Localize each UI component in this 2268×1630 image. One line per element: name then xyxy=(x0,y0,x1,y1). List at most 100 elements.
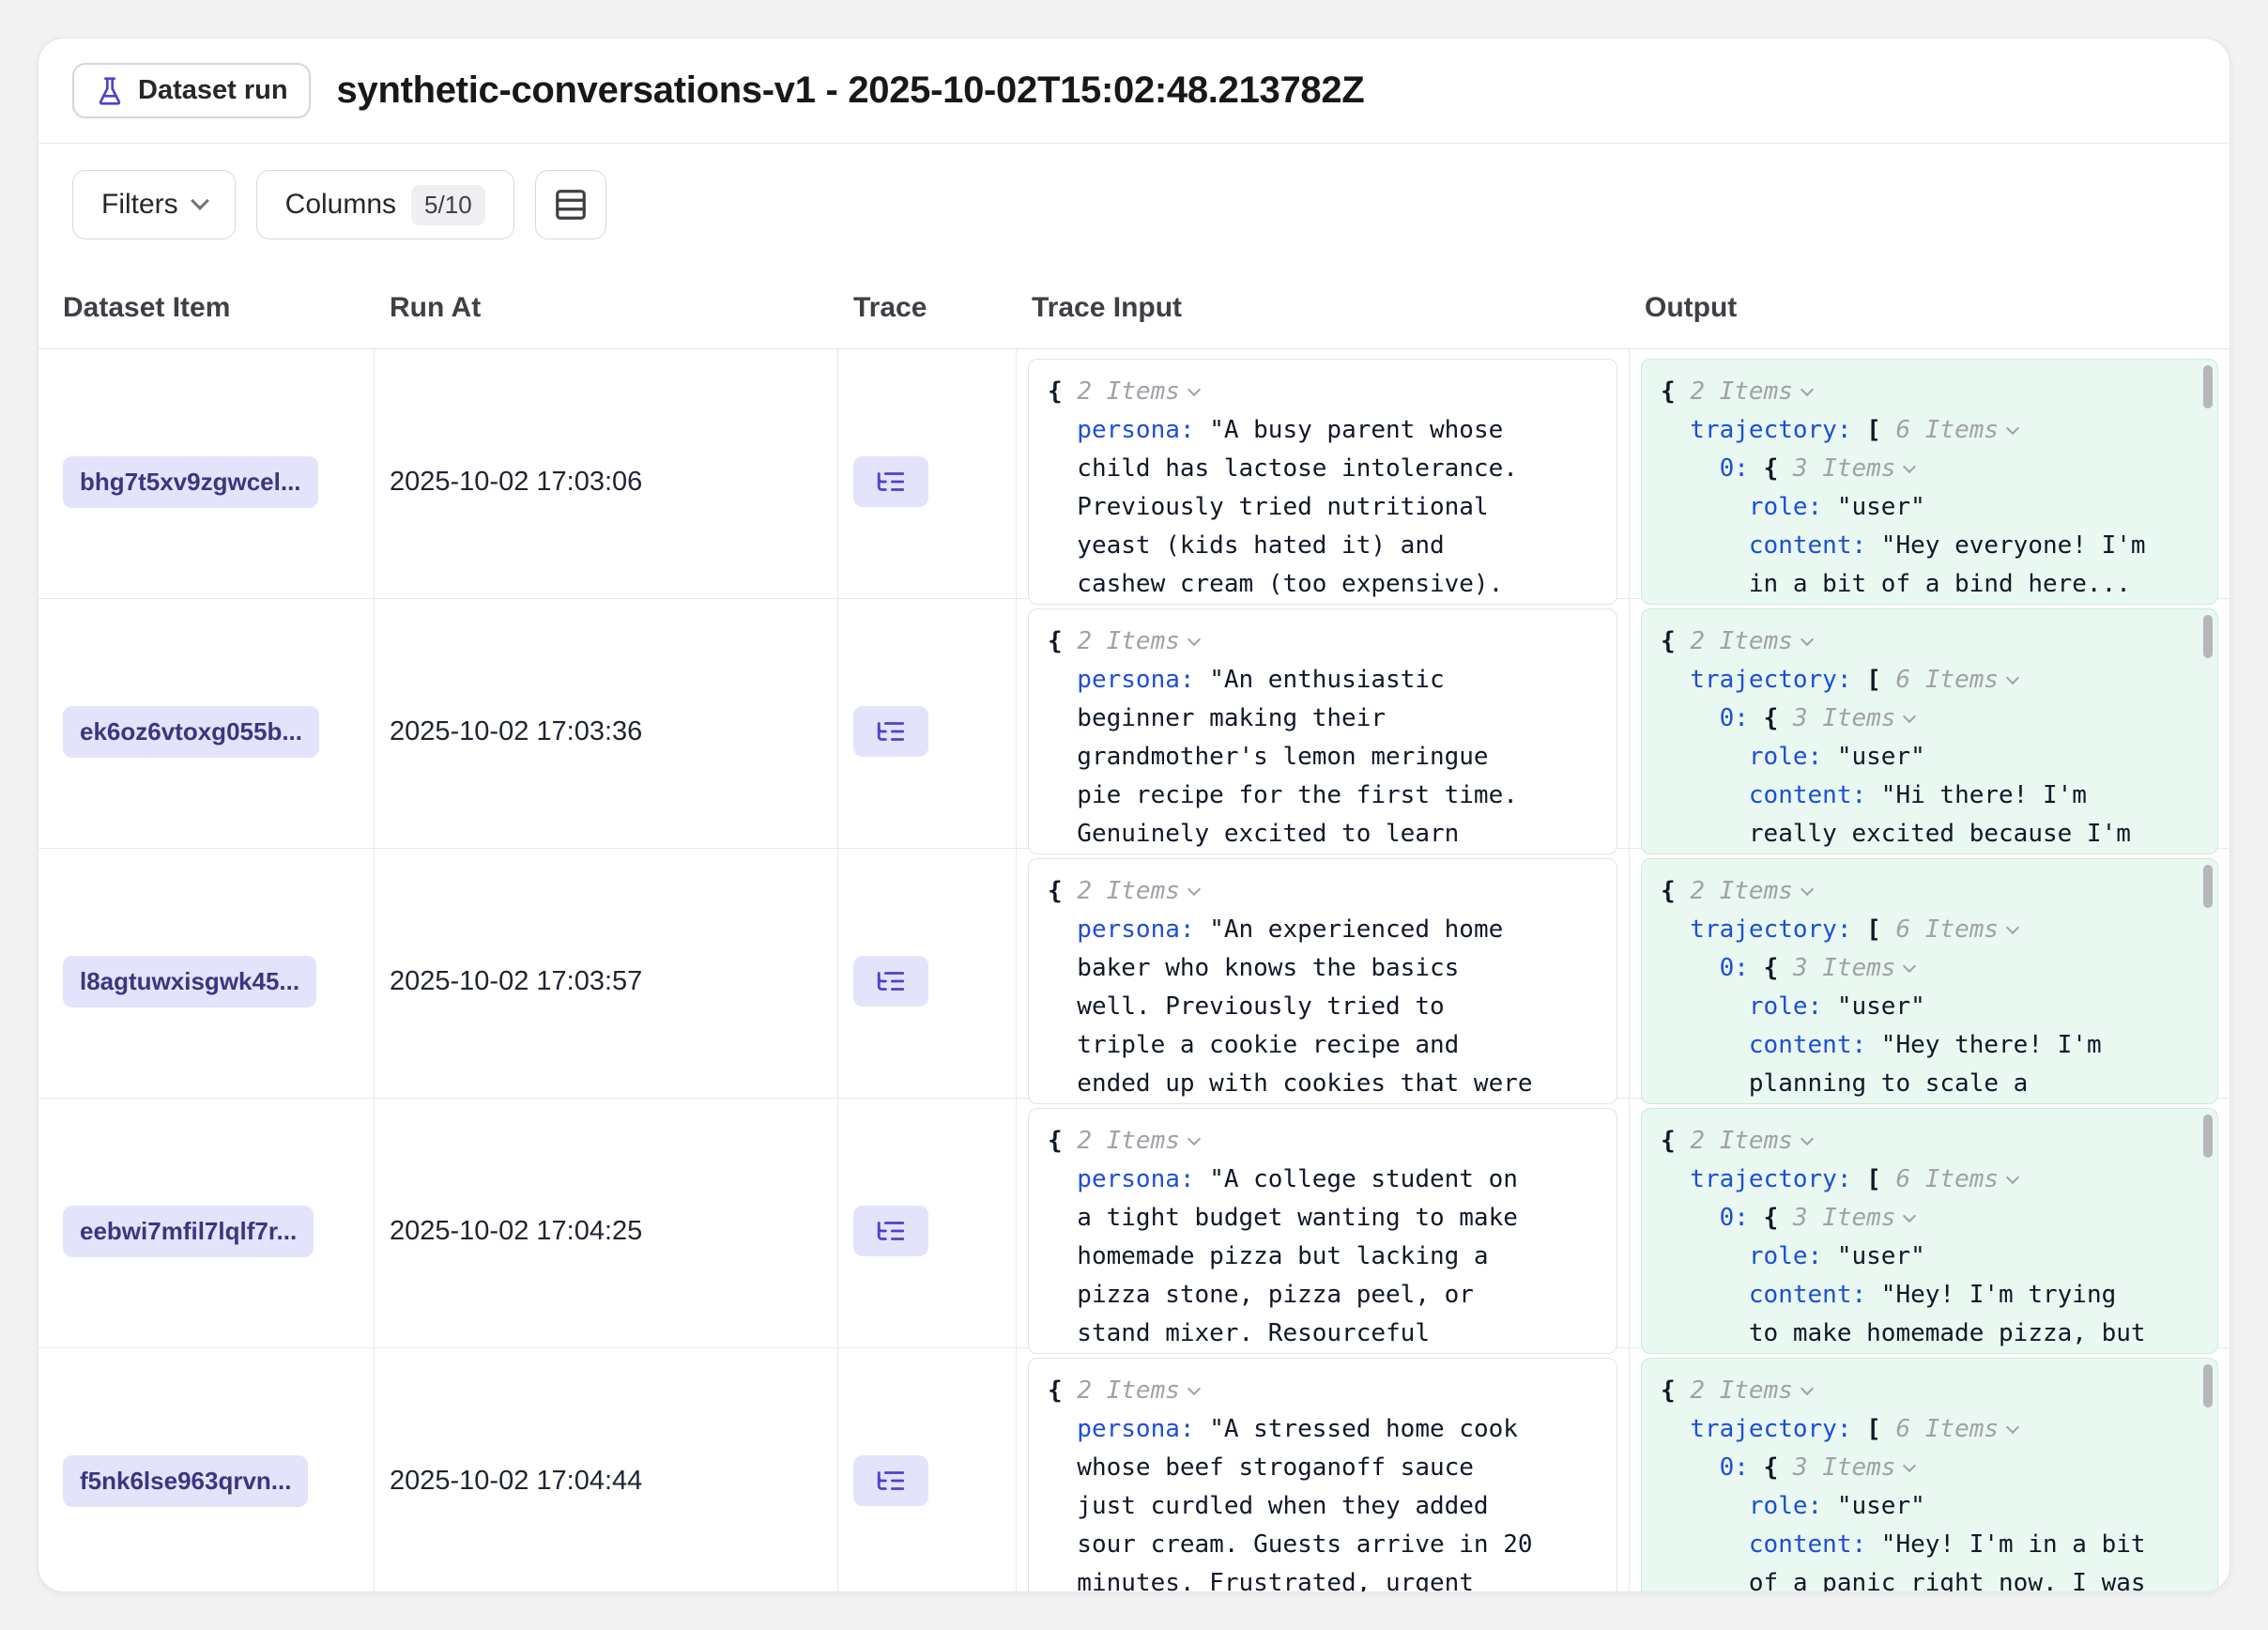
column-header-output: Output xyxy=(1630,268,2230,348)
chevron-down-icon xyxy=(2006,1421,2019,1434)
collapse-toggle[interactable]: 3 Items xyxy=(1793,704,1896,732)
collapse-toggle[interactable]: 6 Items xyxy=(1895,1415,1999,1443)
json-key: content: xyxy=(1749,1281,1866,1309)
trace-button[interactable] xyxy=(853,456,928,507)
output-json-viewer[interactable]: { 2 Items trajectory: [ 6 Items 0: { 3 I… xyxy=(1641,1358,2218,1592)
json-kv: content: "Hey! I'm in a bit of a panic r… xyxy=(1661,1526,2153,1592)
json-content: { 2 Items trajectory: [ 6 Items 0: { 3 I… xyxy=(1661,373,2153,604)
trace-button[interactable] xyxy=(853,956,928,1007)
chevron-down-icon xyxy=(2006,1171,2019,1184)
json-key: 0: xyxy=(1720,1204,1749,1232)
collapse-toggle[interactable]: 2 Items xyxy=(1690,877,1793,905)
chevron-down-icon xyxy=(1188,633,1201,646)
page-title: synthetic-conversations-v1 - 2025-10-02T… xyxy=(337,69,1365,112)
json-key: trajectory: xyxy=(1690,666,1851,694)
row-height-button[interactable] xyxy=(535,170,606,239)
dataset-item-link[interactable]: ek6oz6vtoxg055b... xyxy=(63,706,319,758)
open-brace: { xyxy=(1764,704,1779,732)
trace-button[interactable] xyxy=(853,706,928,757)
trace-cell xyxy=(838,1348,1017,1592)
trace-button[interactable] xyxy=(853,1206,928,1256)
json-key: content: xyxy=(1749,1530,1866,1559)
scrollbar-thumb[interactable] xyxy=(2203,615,2213,658)
collapse-toggle[interactable]: 6 Items xyxy=(1895,416,1999,444)
chevron-down-icon xyxy=(1801,633,1814,646)
output-json-viewer[interactable]: { 2 Items trajectory: [ 6 Items 0: { 3 I… xyxy=(1641,1108,2218,1354)
output-cell: { 2 Items trajectory: [ 6 Items 0: { 3 I… xyxy=(1630,1099,2230,1363)
filters-button[interactable]: Filters xyxy=(72,170,236,239)
collapse-toggle[interactable]: 2 Items xyxy=(1690,377,1793,406)
collapse-toggle[interactable]: 2 Items xyxy=(1077,377,1180,406)
scrollbar-thumb[interactable] xyxy=(2203,365,2213,408)
json-string-value: "user" xyxy=(1837,1242,1925,1270)
open-bracket: [ xyxy=(1866,666,1881,694)
open-brace: { xyxy=(1661,1127,1676,1155)
table-row: ek6oz6vtoxg055b... 2025-10-02 17:03:36 {… xyxy=(38,599,2230,849)
collapse-toggle[interactable]: 3 Items xyxy=(1793,1204,1896,1232)
toolbar: Filters Columns 5/10 xyxy=(38,144,2230,268)
collapse-toggle[interactable]: 6 Items xyxy=(1895,666,1999,694)
open-brace: { xyxy=(1661,377,1676,406)
collapse-toggle[interactable]: 2 Items xyxy=(1690,1376,1793,1405)
chevron-down-icon xyxy=(1801,883,1814,896)
dataset-item-link[interactable]: eebwi7mfil7lqlf7r... xyxy=(63,1206,314,1257)
dataset-item-link[interactable]: l8agtuwxisgwk45... xyxy=(63,956,316,1007)
collapse-toggle[interactable]: 3 Items xyxy=(1793,454,1896,483)
open-brace: { xyxy=(1764,954,1779,982)
scrollbar-thumb[interactable] xyxy=(2203,1364,2213,1407)
collapse-toggle[interactable]: 6 Items xyxy=(1895,1165,1999,1193)
run-at-value: 2025-10-02 17:04:44 xyxy=(390,1466,642,1497)
json-key: content: xyxy=(1749,781,1866,809)
trace-input-json-viewer[interactable]: { 2 Items persona: "A college student on… xyxy=(1028,1108,1617,1354)
chevron-down-icon xyxy=(1188,383,1201,396)
trace-input-json-viewer[interactable]: { 2 Items persona: "A busy parent whose … xyxy=(1028,359,1617,605)
open-brace: { xyxy=(1661,877,1676,905)
dataset-item-link[interactable]: bhg7t5xv9zgwcel... xyxy=(63,456,318,508)
trace-input-cell: { 2 Items persona: "A busy parent whose … xyxy=(1017,349,1630,614)
scrollbar-thumb[interactable] xyxy=(2203,1115,2213,1158)
collapse-toggle[interactable]: 3 Items xyxy=(1793,1453,1896,1482)
trace-button[interactable] xyxy=(853,1455,928,1506)
run-at-value: 2025-10-02 17:03:36 xyxy=(390,716,642,747)
collapse-toggle[interactable]: 3 Items xyxy=(1793,954,1896,982)
collapse-toggle[interactable]: 6 Items xyxy=(1895,915,1999,944)
table-row: f5nk6lse963qrvn... 2025-10-02 17:04:44 {… xyxy=(38,1348,2230,1592)
flask-icon xyxy=(95,76,125,106)
trace-input-json-viewer[interactable]: { 2 Items persona: "An enthusiastic begi… xyxy=(1028,608,1617,854)
json-kv: persona: "An experienced home baker who … xyxy=(1048,911,1540,1103)
collapse-toggle[interactable]: 2 Items xyxy=(1690,1127,1793,1155)
scrollbar-thumb[interactable] xyxy=(2203,865,2213,908)
json-kv: persona: "A college student on a tight b… xyxy=(1048,1161,1540,1353)
dataset-run-card: Dataset run synthetic-conversations-v1 -… xyxy=(38,38,2230,1592)
run-at-value: 2025-10-02 17:03:57 xyxy=(390,966,642,997)
column-header-trace-input: Trace Input xyxy=(1017,268,1630,348)
column-header-dataset-item: Dataset Item xyxy=(38,268,375,348)
page-header: Dataset run synthetic-conversations-v1 -… xyxy=(38,38,2230,144)
dataset-item-link[interactable]: f5nk6lse963qrvn... xyxy=(63,1455,308,1507)
trace-input-json-viewer[interactable]: { 2 Items persona: "An experienced home … xyxy=(1028,858,1617,1104)
json-string-value: "user" xyxy=(1837,1492,1925,1520)
trace-input-json-viewer[interactable]: { 2 Items persona: "A stressed home cook… xyxy=(1028,1358,1617,1592)
dataset-item-cell: f5nk6lse963qrvn... xyxy=(38,1348,375,1592)
trace-input-cell: { 2 Items persona: "A stressed home cook… xyxy=(1017,1348,1630,1592)
output-json-viewer[interactable]: { 2 Items trajectory: [ 6 Items 0: { 3 I… xyxy=(1641,359,2218,605)
collapse-toggle[interactable]: 2 Items xyxy=(1077,1127,1180,1155)
run-at-cell: 2025-10-02 17:03:06 xyxy=(375,349,838,614)
open-brace: { xyxy=(1661,627,1676,655)
run-at-cell: 2025-10-02 17:04:25 xyxy=(375,1099,838,1363)
json-key: content: xyxy=(1749,531,1866,560)
open-bracket: [ xyxy=(1866,1165,1881,1193)
collapse-toggle[interactable]: 2 Items xyxy=(1077,1376,1180,1405)
open-brace: { xyxy=(1764,454,1779,483)
collapse-toggle[interactable]: 2 Items xyxy=(1077,627,1180,655)
json-kv: persona: "A stressed home cook whose bee… xyxy=(1048,1410,1540,1592)
list-tree-icon xyxy=(875,1465,907,1497)
collapse-toggle[interactable]: 2 Items xyxy=(1077,877,1180,905)
list-tree-icon xyxy=(875,965,907,997)
dataset-item-cell: ek6oz6vtoxg055b... xyxy=(38,599,375,864)
output-json-viewer[interactable]: { 2 Items trajectory: [ 6 Items 0: { 3 I… xyxy=(1641,858,2218,1104)
collapse-toggle[interactable]: 2 Items xyxy=(1690,627,1793,655)
open-bracket: [ xyxy=(1866,416,1881,444)
output-json-viewer[interactable]: { 2 Items trajectory: [ 6 Items 0: { 3 I… xyxy=(1641,608,2218,854)
columns-button[interactable]: Columns 5/10 xyxy=(256,170,514,239)
